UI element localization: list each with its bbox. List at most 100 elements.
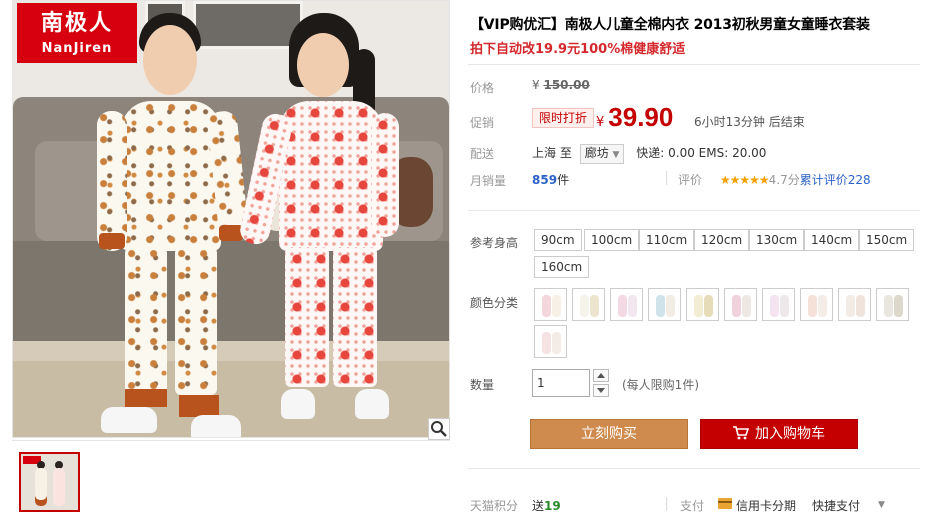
swatch-figure <box>666 295 675 317</box>
brand-logo-en: NanJiren <box>41 41 113 56</box>
promo-price-value: 39.90 <box>608 102 674 132</box>
swatch-figure <box>656 295 665 317</box>
promo-price-currency: ¥ <box>596 115 605 130</box>
swatch-figure <box>856 295 865 317</box>
promo-label: 促销 <box>470 116 495 130</box>
color-swatch[interactable] <box>838 288 871 321</box>
size-option[interactable]: 90cm <box>534 229 582 251</box>
size-label: 参考身高 <box>470 236 519 250</box>
points-label: 天猫积分 <box>470 499 519 513</box>
rating: 评价 ★★★★★4.7分累计评价228 <box>678 171 871 188</box>
swatch-figure <box>704 295 713 317</box>
swatch-figure <box>580 295 589 317</box>
color-swatch[interactable] <box>762 288 795 321</box>
destination-value: 廊坊 <box>584 146 609 160</box>
product-title: 【VIP购优汇】南极人儿童全棉内衣 2013初秋男童女童睡衣套装 <box>470 17 870 33</box>
points-info: 送19 <box>532 497 561 514</box>
size-option[interactable]: 120cm <box>694 229 750 251</box>
destination-select[interactable]: 廊坊 ▼ <box>579 144 625 164</box>
add-to-cart-button[interactable]: 加入购物车 <box>700 419 858 449</box>
credit-card-icon <box>718 498 732 509</box>
original-price-currency: ¥ <box>532 78 540 92</box>
color-swatch[interactable] <box>610 288 643 321</box>
quantity-increase-button[interactable] <box>593 369 609 382</box>
payment-label: 支付 <box>680 499 705 513</box>
photo-girl <box>237 9 399 429</box>
chevron-down-icon: ▼ <box>612 150 620 160</box>
promo-price: ¥39.90 <box>596 102 673 133</box>
zoom-icon[interactable] <box>428 418 450 440</box>
swatch-figure <box>884 295 893 317</box>
star-rating-icon: ★★★★★ <box>719 173 770 187</box>
photo-boy <box>95 11 250 437</box>
swatch-figure <box>552 332 561 354</box>
divider <box>468 210 920 211</box>
color-swatch[interactable] <box>800 288 833 321</box>
swatch-figure <box>628 295 637 317</box>
quantity-input[interactable] <box>532 369 590 397</box>
divider <box>666 171 667 185</box>
purchase-limit: (每人限购1件) <box>622 378 699 392</box>
shipping-from: 上海 <box>532 146 557 160</box>
points-value: 19 <box>544 499 561 513</box>
size-option[interactable]: 100cm <box>584 229 640 251</box>
shipping-fee: 快递: 0.00 EMS: 20.00 <box>636 146 767 160</box>
review-count-link[interactable]: 累计评价228 <box>800 173 871 187</box>
size-option[interactable]: 150cm <box>859 229 915 251</box>
color-swatch[interactable] <box>648 288 681 321</box>
sales-unit: 件 <box>557 173 570 187</box>
swatch-figure <box>590 295 599 317</box>
size-option[interactable]: 130cm <box>749 229 805 251</box>
chevron-down-icon <box>597 388 605 393</box>
promo-countdown: 6小时13分钟 后结束 <box>694 115 805 129</box>
monthly-sales: 859件 <box>532 171 569 188</box>
credit-card-installment[interactable]: 信用卡分期 <box>736 497 796 514</box>
color-label: 颜色分类 <box>470 296 519 310</box>
swatch-figure <box>818 295 827 317</box>
color-swatch[interactable] <box>686 288 719 321</box>
quantity-label: 数量 <box>470 378 495 392</box>
original-price-value: 150.00 <box>543 78 590 92</box>
quick-pay[interactable]: 快捷支付 <box>812 497 860 514</box>
swatch-figure <box>542 332 551 354</box>
swatch-figure <box>770 295 779 317</box>
size-option[interactable]: 140cm <box>804 229 860 251</box>
cart-icon <box>733 426 750 440</box>
swatch-figure <box>618 295 627 317</box>
price-label: 价格 <box>470 81 495 95</box>
swatch-figure <box>894 295 903 317</box>
swatch-figure <box>732 295 741 317</box>
swatch-figure <box>742 295 751 317</box>
promo-tag: 限时打折 <box>532 108 595 128</box>
buy-now-button[interactable]: 立刻购买 <box>530 419 688 449</box>
color-swatch[interactable] <box>534 325 567 358</box>
shipping-to-word: 至 <box>559 146 572 160</box>
thumbnail-1[interactable] <box>19 452 80 512</box>
divider <box>666 497 667 511</box>
shipping-label: 配送 <box>470 147 495 161</box>
thumbnail-figure <box>53 468 65 506</box>
swatch-figure <box>780 295 789 317</box>
color-swatch[interactable] <box>534 288 567 321</box>
color-swatch[interactable] <box>572 288 605 321</box>
original-price: ¥ 150.00 <box>532 78 590 92</box>
quantity-decrease-button[interactable] <box>593 384 609 397</box>
swatch-figure <box>694 295 703 317</box>
divider <box>468 468 920 469</box>
swatch-figure <box>846 295 855 317</box>
size-option[interactable]: 110cm <box>639 229 695 251</box>
thumbnail-figure <box>35 468 47 506</box>
size-option[interactable]: 160cm <box>534 256 590 278</box>
chevron-up-icon <box>597 373 605 378</box>
swatch-figure <box>552 295 561 317</box>
swatch-figure <box>808 295 817 317</box>
color-swatch[interactable] <box>724 288 757 321</box>
chevron-down-icon[interactable]: ▼ <box>878 500 885 510</box>
brand-logo: 南极人 NanJiren <box>17 3 137 63</box>
thumbnail-strip <box>12 440 450 516</box>
product-subtitle: 拍下自动改19.9元100%棉健康舒适 <box>470 42 686 57</box>
main-product-image[interactable]: 南极人 NanJiren <box>12 0 450 438</box>
rating-score: 4.7分 <box>768 173 800 187</box>
color-swatch[interactable] <box>876 288 909 321</box>
shipping-info: 上海 至 廊坊 ▼ 快递: 0.00 EMS: 20.00 <box>532 144 766 164</box>
